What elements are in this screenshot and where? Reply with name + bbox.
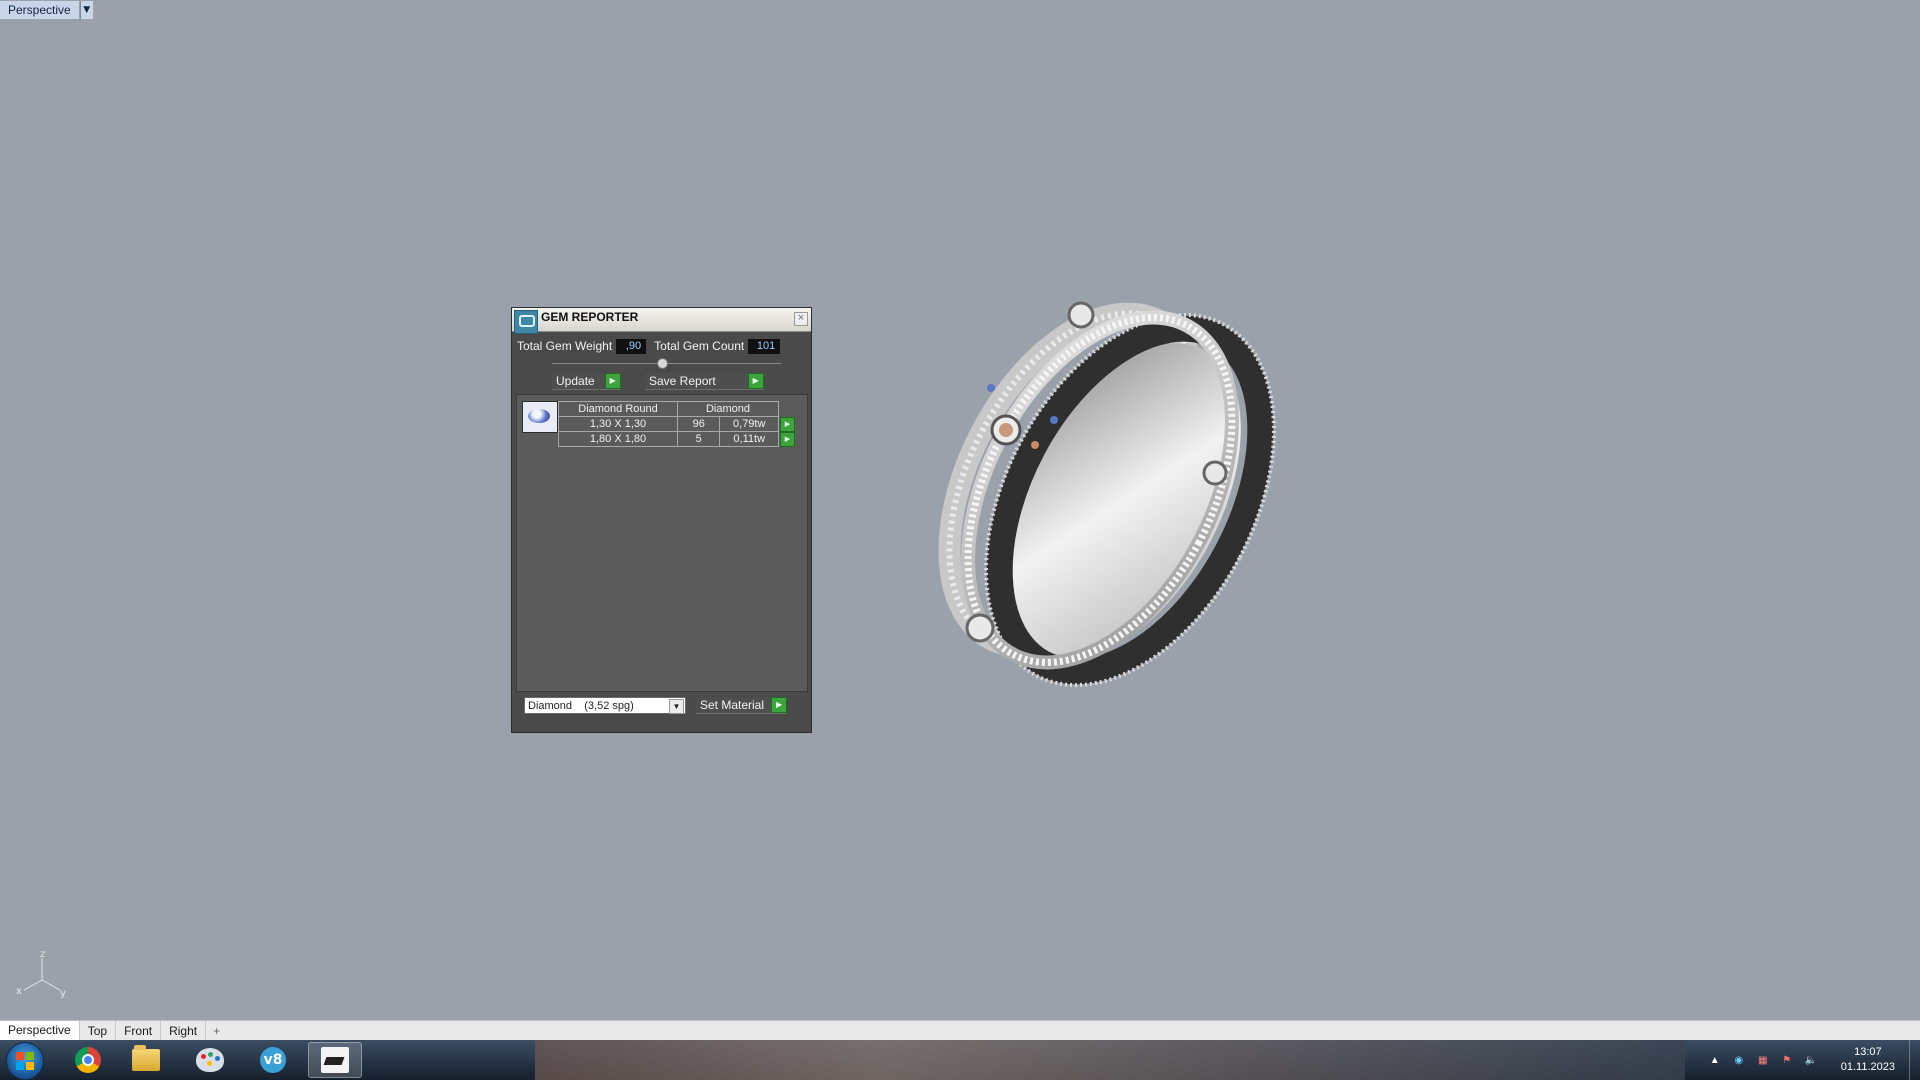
save-report-button-label: Save Report xyxy=(649,373,716,388)
update-button-row: Update ▶ xyxy=(552,372,621,390)
update-button-label: Update xyxy=(556,373,595,388)
gem-reporter-logo-icon xyxy=(514,310,538,334)
axis-x-label: x xyxy=(16,986,22,997)
collapse-knob-icon[interactable] xyxy=(657,358,668,369)
system-tray: ▲ ◉ ▦ ⚑ 🔈 13:07 01.11.2023 xyxy=(1703,1040,1920,1080)
play-arrow-icon[interactable]: ▶ xyxy=(604,372,621,389)
viewport-label[interactable]: Perspective ▼ xyxy=(0,0,93,19)
viewport-name[interactable]: Perspective xyxy=(0,0,79,19)
windows-start-icon[interactable] xyxy=(6,1042,44,1080)
gem-count: 5 xyxy=(676,431,721,447)
material-row: Diamond (3,52 spg) ▼ Set Material ▶ xyxy=(524,696,788,714)
material-select[interactable]: Diamond (3,52 spg) ▼ xyxy=(524,696,686,714)
gem-size: 1,80 X 1,80 xyxy=(558,431,678,447)
rhino-taskbar-button[interactable] xyxy=(308,1042,362,1078)
clock-date: 01.11.2023 xyxy=(1840,1061,1895,1073)
v8-taskbar-button[interactable]: v8 xyxy=(246,1042,300,1078)
v8-icon: v8 xyxy=(260,1047,286,1073)
table-row[interactable]: 1,80 X 1,80 5 0,11tw ▶ xyxy=(558,431,796,447)
save-report-button[interactable]: Save Report ▶ xyxy=(645,372,764,390)
total-gem-count-label: Total Gem Count xyxy=(654,339,745,353)
total-gem-weight-label: Total Gem Weight xyxy=(517,339,613,353)
taskbar-clock[interactable]: 13:07 01.11.2023 xyxy=(1841,1045,1895,1075)
show-hidden-icons-icon[interactable]: ▲ xyxy=(1708,1053,1722,1067)
gem-size: 1,30 X 1,30 xyxy=(558,416,678,432)
round-diamond-icon[interactable] xyxy=(522,401,558,433)
total-gem-count-value: 101 xyxy=(748,338,781,354)
gem-table: Diamond Round Diamond 1,30 X 1,30 96 0,7… xyxy=(558,401,796,447)
viewport-tabs: Perspective Top Front Right + xyxy=(0,1020,1920,1041)
file-explorer-taskbar-button[interactable] xyxy=(119,1042,173,1078)
set-material-button[interactable]: Set Material ▶ xyxy=(696,696,788,714)
show-desktop-button[interactable] xyxy=(1909,1040,1920,1080)
chevron-down-icon[interactable]: ▼ xyxy=(669,698,684,714)
gem-weight: 0,79tw xyxy=(719,416,779,432)
gem-reporter-title: GEM REPORTER xyxy=(541,310,639,324)
save-report-button-row: Save Report ▶ xyxy=(645,372,764,390)
table-row[interactable]: 1,30 X 1,30 96 0,79tw ▶ xyxy=(558,416,796,432)
gem-table-header: Diamond Round Diamond xyxy=(558,401,796,417)
gem-reporter-panel: GEM REPORTER × Total Gem Weight ,90 Tota… xyxy=(511,307,812,733)
tab-right[interactable]: Right xyxy=(161,1021,207,1041)
ring-model-render[interactable] xyxy=(905,270,1285,700)
add-viewport-tab-icon[interactable]: + xyxy=(206,1021,227,1041)
play-arrow-icon[interactable]: ▶ xyxy=(771,696,788,713)
set-material-button-label: Set Material xyxy=(700,697,765,712)
gem-count: 96 xyxy=(676,416,721,432)
gem-reporter-titlebar[interactable]: GEM REPORTER × xyxy=(512,308,811,334)
paint-palette-icon xyxy=(196,1048,224,1072)
gem-weight: 0,11tw xyxy=(719,431,779,447)
viewport-menu-arrow-icon[interactable]: ▼ xyxy=(79,0,93,19)
close-icon[interactable]: × xyxy=(794,312,808,326)
select-row-arrow-icon[interactable]: ▶ xyxy=(780,416,795,432)
tab-top[interactable]: Top xyxy=(80,1021,117,1041)
network-globe-icon[interactable]: ◉ xyxy=(1732,1053,1746,1067)
language-flag-icon[interactable]: ▦ xyxy=(1756,1053,1770,1067)
clock-time: 13:07 xyxy=(1854,1046,1882,1058)
tab-perspective[interactable]: Perspective xyxy=(0,1021,80,1041)
taskbar-window-preview xyxy=(535,1040,1685,1080)
update-button[interactable]: Update ▶ xyxy=(552,372,621,390)
rhino-icon xyxy=(321,1047,349,1073)
action-center-flag-icon[interactable]: ⚑ xyxy=(1780,1053,1794,1067)
chrome-taskbar-button[interactable] xyxy=(61,1042,115,1078)
paint-taskbar-button[interactable] xyxy=(183,1042,237,1078)
axis-y-label: y xyxy=(60,988,66,999)
chrome-icon xyxy=(75,1047,101,1073)
gem-material-header: Diamond xyxy=(677,401,779,417)
totals-row: Total Gem Weight ,90 Total Gem Count 101 xyxy=(517,337,806,355)
play-arrow-icon[interactable]: ▶ xyxy=(747,372,764,389)
axis-z-label: z xyxy=(40,949,45,960)
select-row-arrow-icon[interactable]: ▶ xyxy=(780,431,795,447)
tab-front[interactable]: Front xyxy=(116,1021,162,1041)
gem-list: Diamond Round Diamond 1,30 X 1,30 96 0,7… xyxy=(516,394,808,692)
taskbar: v8 ▲ ◉ ▦ ⚑ 🔈 13:07 01.11.2023 xyxy=(0,1040,1920,1080)
material-select-value: Diamond (3,52 spg) xyxy=(528,699,634,712)
axis-gizmo: z x y xyxy=(16,949,66,999)
folder-icon xyxy=(132,1045,160,1071)
gem-shape-header: Diamond Round xyxy=(558,401,678,417)
total-gem-weight-value: ,90 xyxy=(616,338,647,354)
volume-icon[interactable]: 🔈 xyxy=(1804,1053,1818,1067)
